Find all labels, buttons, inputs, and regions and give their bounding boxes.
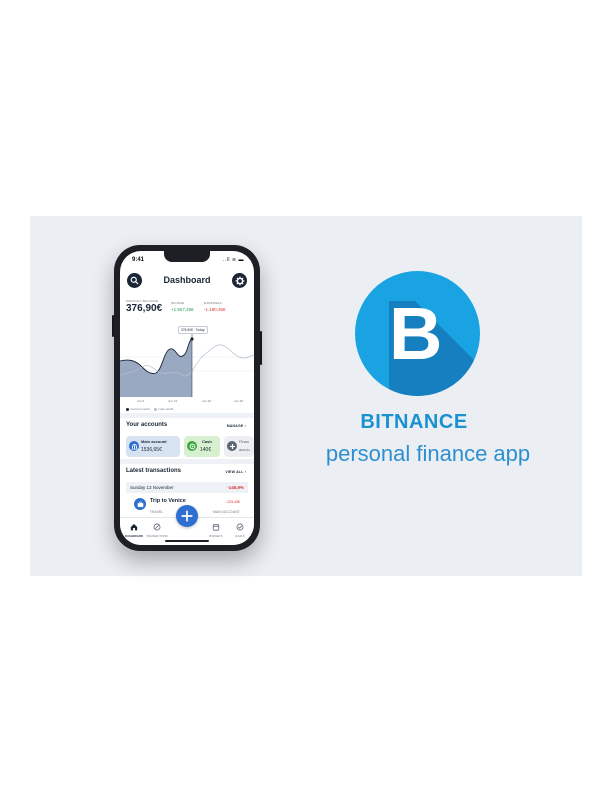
tab-dashboard[interactable]: DASHBOARD bbox=[122, 523, 146, 538]
logo-mark: B bbox=[389, 292, 480, 396]
transactions-icon bbox=[145, 523, 169, 534]
transaction-name: Trip to Venice bbox=[150, 498, 186, 504]
tab-transactions[interactable]: TRANSACTIONS bbox=[145, 523, 169, 538]
home-indicator bbox=[165, 540, 209, 542]
phone-screen: 9:41 ..ll ≋ ▬ Dashboard MONTHLY BALANCE … bbox=[120, 251, 254, 545]
view-all-link[interactable]: VIEW ALL › bbox=[225, 470, 246, 474]
bitnance-logo: B bbox=[355, 271, 480, 396]
x-tick: nov 6 bbox=[137, 399, 145, 403]
status-icons: ..ll ≋ ▬ bbox=[223, 257, 244, 263]
x-tick: nov 13 bbox=[168, 399, 178, 403]
day-header: Sunday 13 November -146,9% bbox=[126, 482, 248, 493]
home-icon bbox=[122, 523, 146, 534]
transaction-amount: -225,45€ bbox=[226, 500, 240, 504]
transaction-account: MAIN ACCOUNT bbox=[213, 510, 240, 514]
goals-icon bbox=[228, 523, 252, 534]
transaction-category: TRAVEL bbox=[150, 510, 164, 514]
chart-tooltip: 376,90€ · Today bbox=[178, 326, 208, 334]
x-tick: nov 20 bbox=[202, 399, 212, 403]
income-label: INCOME bbox=[171, 301, 185, 305]
brand-tagline: personal finance app bbox=[325, 441, 531, 466]
logo-letter: B bbox=[389, 292, 442, 375]
x-tick: nov 26 bbox=[234, 399, 244, 403]
tab-label: GOALS bbox=[235, 535, 245, 538]
today-point bbox=[190, 337, 194, 341]
tab-label: BUDGETS bbox=[209, 535, 223, 538]
tab-goals[interactable]: GOALS bbox=[228, 523, 252, 538]
balance-chart bbox=[120, 333, 254, 397]
add-transaction-button[interactable] bbox=[176, 505, 198, 527]
expenses-label: EXPENSES bbox=[204, 301, 222, 305]
expenses-value: -1.180,35€ bbox=[204, 307, 226, 312]
plus-icon bbox=[181, 510, 193, 522]
day-total: -146,9% bbox=[227, 485, 244, 490]
phone-notch bbox=[164, 251, 210, 262]
gear-icon[interactable] bbox=[232, 273, 247, 288]
current-month-area bbox=[120, 339, 192, 397]
tab-label: DASHBOARD bbox=[125, 535, 143, 538]
brand-name: BITNANCE bbox=[360, 411, 468, 433]
day-label: Sunday 13 November bbox=[130, 485, 174, 490]
status-time: 9:41 bbox=[132, 257, 145, 263]
balance-value: 376,90€ bbox=[126, 303, 163, 314]
phone-mockup: 9:41 ..ll ≋ ▬ Dashboard MONTHLY BALANCE … bbox=[112, 245, 262, 551]
travel-icon bbox=[134, 498, 146, 510]
budgets-icon bbox=[204, 523, 228, 534]
income-value: +1.557,25€ bbox=[171, 307, 194, 312]
tab-budgets[interactable]: BUDGETS bbox=[204, 523, 228, 538]
tab-label: TRANSACTIONS bbox=[146, 535, 168, 538]
hero-banner bbox=[30, 216, 582, 576]
transactions-title: Latest transactions bbox=[126, 468, 182, 474]
